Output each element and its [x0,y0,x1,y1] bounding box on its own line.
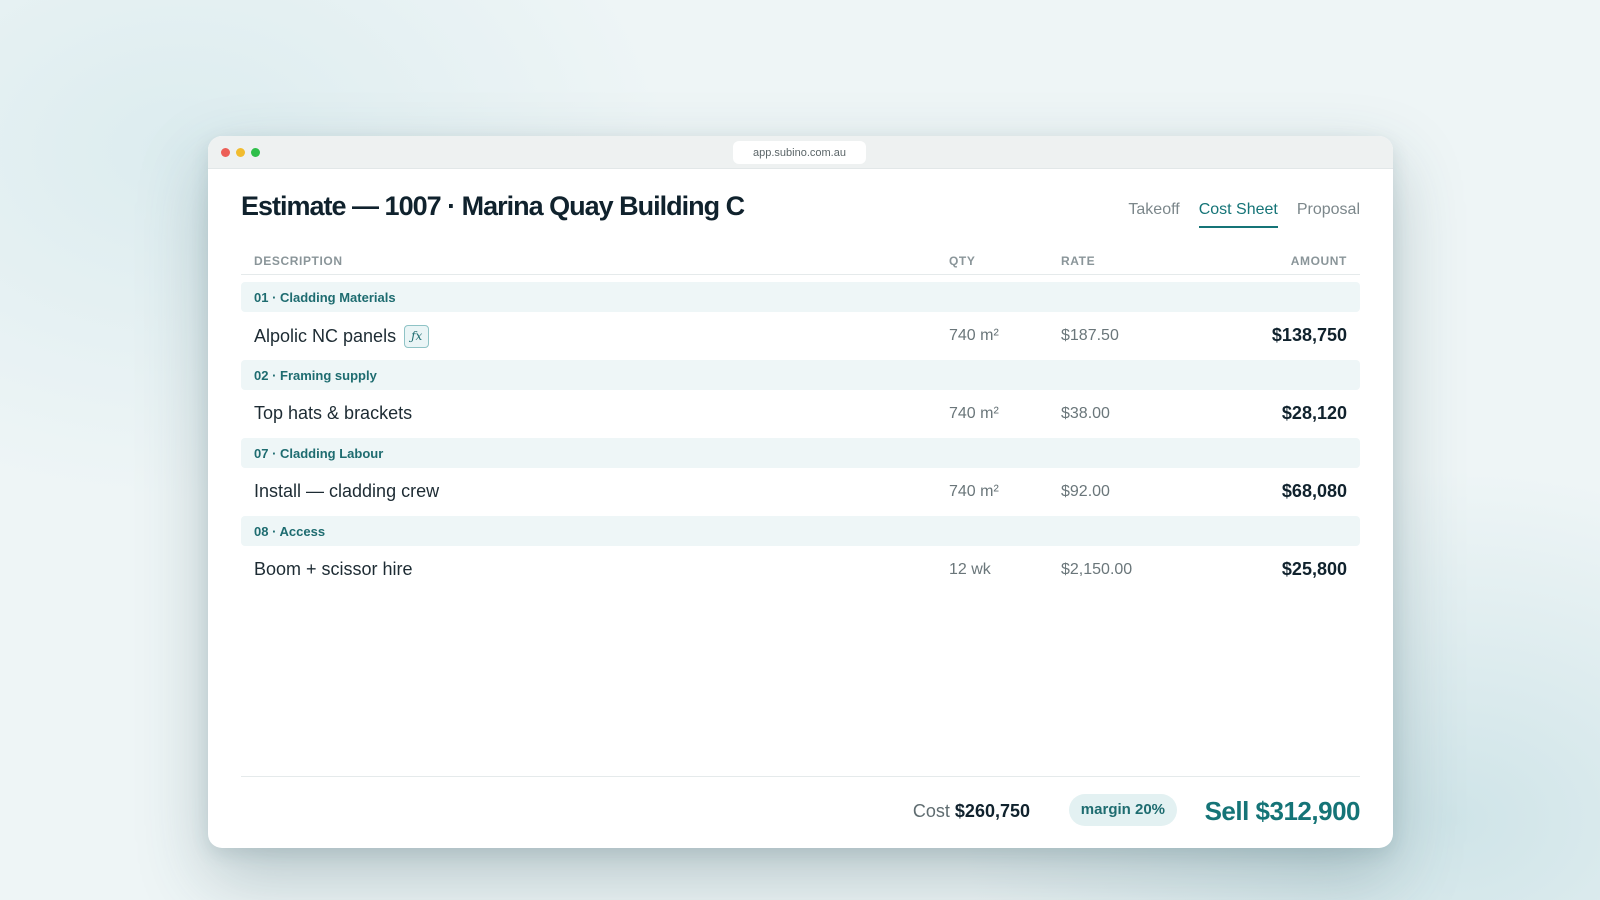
row-rate: $187.50 [1061,327,1119,344]
cost-total: Cost $260,750 [913,801,1030,822]
row-rate: $38.00 [1061,405,1110,422]
section-header[interactable]: 01 · Cladding Materials [241,282,1360,312]
minimize-window-button[interactable] [236,148,245,157]
section-header[interactable]: 07 · Cladding Labour [241,438,1360,468]
page-title: Estimate — 1007 · Marina Quay Building C [241,191,745,221]
row-description: Alpolic NC panels ƒx [254,325,430,348]
column-header-rate[interactable]: RATE [1061,254,1095,268]
column-header-amount[interactable]: AMOUNT [1291,254,1347,268]
row-amount: $138,750 [1271,325,1347,345]
row-description: Boom + scissor hire [254,559,413,579]
window-controls [221,148,260,157]
section-header[interactable]: 08 · Access [241,516,1360,546]
row-amount: $25,800 [1281,559,1347,579]
row-amount: $68,080 [1281,481,1347,501]
row-qty: 740 m² [949,405,999,422]
column-header-description[interactable]: DESCRIPTION [254,254,343,268]
row-description-text: Alpolic NC panels [254,326,397,346]
tab-proposal[interactable]: Proposal [1297,201,1360,228]
browser-window: app.subino.com.au Estimate — 1007 · Mari… [208,136,1393,848]
url-bar[interactable]: app.subino.com.au [733,141,866,164]
cost-label: Cost [912,801,950,821]
section-label: 01 · Cladding Materials [254,290,396,305]
row-rate: $92.00 [1061,483,1110,500]
table-row[interactable]: Boom + scissor hire 12 wk $2,150.00 $25,… [241,546,1360,594]
tab-takeoff[interactable]: Takeoff [1128,201,1179,228]
totals-bar: Cost $260,750 margin 20% Sell $312,900 [241,776,1361,848]
estimate-page: Estimate — 1007 · Marina Quay Building C… [241,169,1361,848]
table-row[interactable]: Install — cladding crew 740 m² $92.00 $6… [241,468,1360,516]
sell-total: Sell $312,900 [1204,796,1361,826]
table-row[interactable]: Top hats & brackets 740 m² $38.00 $28,12… [241,390,1360,438]
row-qty: 12 wk [949,561,991,578]
table-row[interactable]: Alpolic NC panels ƒx 740 m² $187.50 $138,… [241,312,1360,360]
section-label: 07 · Cladding Labour [254,446,384,461]
row-description: Top hats & brackets [254,403,413,423]
view-tabs: Takeoff Cost Sheet Proposal [1128,201,1360,228]
cost-value: $260,750 [954,801,1030,821]
section-header[interactable]: 02 · Framing supply [241,360,1360,390]
formula-icon[interactable]: ƒx [404,325,430,348]
row-qty: 740 m² [949,483,999,500]
section-label: 02 · Framing supply [254,368,377,383]
row-qty: 740 m² [949,327,999,344]
table-header: DESCRIPTION QTY RATE AMOUNT [241,247,1360,275]
maximize-window-button[interactable] [251,148,260,157]
row-amount: $28,120 [1281,403,1347,423]
column-header-qty[interactable]: QTY [949,254,975,268]
close-window-button[interactable] [221,148,230,157]
cost-sheet-rows: 01 · Cladding Materials Alpolic NC panel… [241,282,1360,594]
browser-titlebar: app.subino.com.au [208,136,1393,169]
row-description: Install — cladding crew [254,481,440,501]
margin-badge[interactable]: margin 20% [1068,794,1177,826]
section-label: 08 · Access [254,524,326,539]
row-rate: $2,150.00 [1061,561,1133,578]
tab-cost-sheet[interactable]: Cost Sheet [1198,201,1278,228]
